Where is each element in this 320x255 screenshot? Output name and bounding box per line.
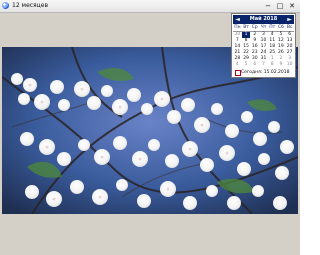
title-bar[interactable]: 12 месяцев − □ ✕ (0, 0, 300, 13)
main-window: 12 месяцев − □ ✕ ◄ Май 2018 ► Пн Вт Ср Ч… (0, 0, 300, 255)
calendar-day[interactable]: 4 (233, 62, 242, 68)
calendar-day[interactable]: 10 (285, 62, 294, 68)
next-month-button[interactable]: ► (286, 15, 293, 24)
weekday-label: Чт (260, 25, 267, 30)
calendar-day[interactable]: 7 (259, 62, 268, 68)
calendar-day[interactable]: 5 (242, 62, 251, 68)
calendar-day-grid: 30 1 2 3 4 5 6 7 8 9 10 11 12 13 14 15 16 17 18 19 20 21 22 23 2… (233, 32, 294, 68)
calendar-header: ◄ Май 2018 ► (233, 15, 294, 24)
close-button[interactable]: ✕ (287, 1, 297, 10)
prev-month-button[interactable]: ◄ (234, 15, 241, 24)
weekday-label: Вс (286, 25, 293, 30)
calendar-day[interactable]: 9 (277, 62, 286, 68)
calendar-day[interactable]: 6 (250, 62, 259, 68)
weekday-label: Ср (251, 25, 258, 30)
calendar-day[interactable]: 8 (268, 62, 277, 68)
weekday-label: Пт (269, 25, 276, 30)
app-icon (2, 2, 9, 9)
weekday-header: Пн Вт Ср Чт Пт Сб Вс (233, 25, 294, 32)
window-title: 12 месяцев (12, 2, 48, 9)
month-calendar[interactable]: ◄ Май 2018 ► Пн Вт Ср Чт Пт Сб Вс 30 1 2 3 4… (231, 13, 296, 78)
calendar-month-label[interactable]: Май 2018 (241, 15, 286, 24)
today-label[interactable]: Сегодня: 15.02.2018 (241, 69, 290, 76)
minimize-button[interactable]: − (263, 1, 273, 10)
calendar-footer[interactable]: Сегодня: 15.02.2018 (233, 69, 294, 76)
weekday-label: Пн (234, 25, 241, 30)
maximize-button[interactable]: □ (275, 1, 285, 10)
weekday-label: Вт (243, 25, 249, 30)
weekday-label: Сб (277, 25, 284, 30)
